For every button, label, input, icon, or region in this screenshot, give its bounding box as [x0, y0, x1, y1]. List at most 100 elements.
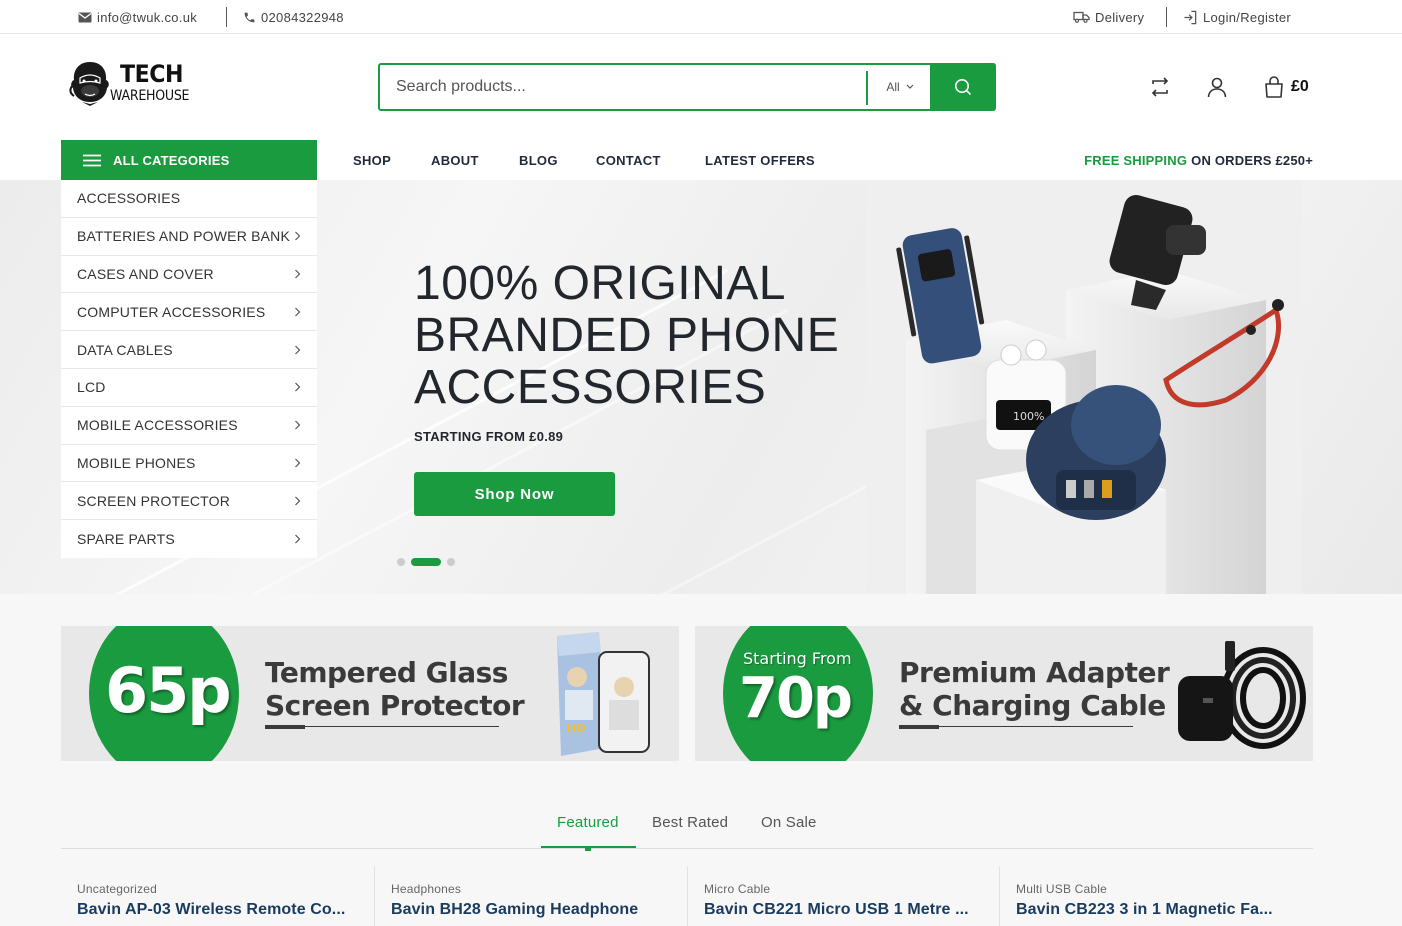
account-button[interactable]: [1205, 74, 1229, 100]
category-item[interactable]: SPARE PARTS: [61, 520, 317, 558]
chevron-right-icon: [295, 496, 301, 506]
free-shipping-text: ON ORDERS £250+: [1191, 152, 1313, 168]
category-label: COMPUTER ACCESSORIES: [77, 303, 266, 320]
mail-icon: [78, 12, 92, 22]
nav-contact[interactable]: CONTACT: [596, 140, 661, 180]
svg-text:HD: HD: [567, 722, 585, 735]
hero-title-line: 100% ORIGINAL: [414, 257, 786, 310]
promo-title-line: Screen Protector: [265, 689, 525, 722]
nav-shop[interactable]: SHOP: [353, 140, 391, 180]
tab-best-rated[interactable]: Best Rated: [652, 814, 728, 831]
delivery-text: Delivery: [1095, 9, 1145, 25]
category-label: DATA CABLES: [77, 341, 173, 358]
product-name[interactable]: Bavin AP-03 Wireless Remote Co...: [77, 901, 377, 919]
promo-price: 70p: [739, 666, 853, 731]
logo-text-warehouse: WAREHOUSE: [110, 88, 190, 104]
site-logo[interactable]: TECH WAREHOUSE: [68, 58, 198, 110]
logo-text-tech: TECH: [120, 60, 183, 88]
compare-button[interactable]: [1148, 74, 1172, 100]
product-divider: [999, 866, 1000, 926]
gorilla-logo-icon: [69, 62, 109, 106]
top-bar: info@twuk.co.uk 02084322948 Delivery Log…: [0, 0, 1402, 34]
email-text: info@twuk.co.uk: [97, 9, 198, 25]
promo-banner-adapter-cable[interactable]: Starting From 70p Premium Adapter & Char…: [695, 626, 1313, 761]
active-tab-marker: [585, 848, 591, 851]
site-header: TECH WAREHOUSE All £0 ALL CATEGORIES SHO…: [0, 34, 1402, 180]
category-item[interactable]: MOBILE ACCESSORIES: [61, 407, 317, 445]
truck-icon: [1073, 11, 1090, 23]
slider-dot-active[interactable]: [411, 558, 441, 566]
email-link[interactable]: info@twuk.co.uk: [78, 0, 197, 34]
shopping-bag-icon: [1265, 76, 1283, 98]
product-name[interactable]: Bavin CB223 3 in 1 Magnetic Fa...: [1016, 901, 1316, 919]
hero-title-line: BRANDED PHONE: [414, 309, 840, 362]
search-bar: All: [378, 63, 996, 111]
product-divider: [374, 866, 375, 926]
promo-title: Premium Adapter & Charging Cable: [899, 656, 1170, 722]
product-name[interactable]: Bavin BH28 Gaming Headphone: [391, 901, 691, 919]
search-icon: [955, 79, 972, 96]
category-item[interactable]: MOBILE PHONES: [61, 445, 317, 483]
promo-underline: [265, 725, 499, 729]
chevron-right-icon: [295, 269, 301, 279]
search-button[interactable]: [930, 63, 996, 111]
promo-banner-screen-protector[interactable]: 65p Tempered Glass Screen Protector HD: [61, 626, 679, 761]
login-register-link[interactable]: Login/Register: [1183, 0, 1291, 34]
adapter-cable-image: [1178, 641, 1306, 749]
category-item[interactable]: DATA CABLES: [61, 331, 317, 369]
delivery-link[interactable]: Delivery: [1073, 0, 1144, 34]
search-category-value: All: [886, 80, 900, 94]
login-text: Login/Register: [1203, 9, 1292, 25]
promo-title-line: Premium Adapter: [899, 656, 1170, 689]
product-card[interactable]: Micro Cable Bavin CB221 Micro USB 1 Metr…: [704, 866, 1004, 926]
category-label: BATTERIES AND POWER BANK: [77, 228, 291, 245]
nav-blog[interactable]: BLOG: [519, 140, 558, 180]
chevron-right-icon: [295, 534, 301, 544]
screen-protector-image: HD: [557, 632, 650, 756]
menu-icon: [83, 154, 101, 166]
slider-dot[interactable]: [447, 558, 455, 566]
search-input[interactable]: [380, 65, 866, 109]
hero-subtitle: STARTING FROM £0.89: [414, 429, 564, 444]
phone-link[interactable]: 02084322948: [243, 0, 344, 34]
product-category[interactable]: Headphones: [391, 882, 691, 896]
product-card[interactable]: Headphones Bavin BH28 Gaming Headphone: [391, 866, 691, 926]
promo-price: 65p: [105, 654, 232, 727]
chevron-right-icon: [295, 420, 301, 430]
category-item[interactable]: LCD: [61, 369, 317, 407]
category-label: MOBILE PHONES: [77, 454, 196, 471]
product-category[interactable]: Micro Cable: [704, 882, 1004, 896]
cart-button[interactable]: £0: [1263, 74, 1309, 100]
nav-about[interactable]: ABOUT: [431, 140, 479, 180]
product-category[interactable]: Multi USB Cable: [1016, 882, 1316, 896]
product-card[interactable]: Uncategorized Bavin AP-03 Wireless Remot…: [77, 866, 377, 926]
category-item[interactable]: CASES AND COVER: [61, 256, 317, 294]
topbar-divider: [226, 7, 227, 27]
tab-featured[interactable]: Featured: [557, 814, 619, 831]
chevron-right-icon: [295, 307, 301, 317]
tab-on-sale[interactable]: On Sale: [761, 814, 817, 831]
slider-dot[interactable]: [397, 558, 405, 566]
category-item[interactable]: BATTERIES AND POWER BANK: [61, 218, 317, 256]
tabs-baseline: [61, 848, 1313, 849]
user-icon: [1207, 77, 1227, 98]
nav-latest-offers[interactable]: LATEST OFFERS: [705, 140, 815, 180]
search-category-select[interactable]: All: [870, 65, 930, 109]
product-card[interactable]: Multi USB Cable Bavin CB223 3 in 1 Magne…: [1016, 866, 1316, 926]
shop-now-button[interactable]: Shop Now: [414, 472, 615, 516]
product-category[interactable]: Uncategorized: [77, 882, 377, 896]
promo-title-line: Tempered Glass: [265, 656, 508, 689]
cart-total: £0: [1291, 78, 1309, 95]
category-item[interactable]: ACCESSORIES: [61, 180, 317, 218]
promo-underline: [899, 725, 1133, 729]
product-divider: [687, 866, 688, 926]
product-name[interactable]: Bavin CB221 Micro USB 1 Metre ...: [704, 901, 1004, 919]
category-item[interactable]: COMPUTER ACCESSORIES: [61, 293, 317, 332]
chevron-right-icon: [295, 382, 301, 392]
promo-title-line: & Charging Cable: [899, 689, 1166, 722]
search-divider: [866, 71, 868, 105]
all-categories-button[interactable]: ALL CATEGORIES: [61, 140, 317, 180]
free-shipping-highlight: FREE SHIPPING: [1084, 152, 1188, 168]
login-icon: [1184, 10, 1197, 24]
category-item[interactable]: SCREEN PROTECTOR: [61, 482, 317, 521]
